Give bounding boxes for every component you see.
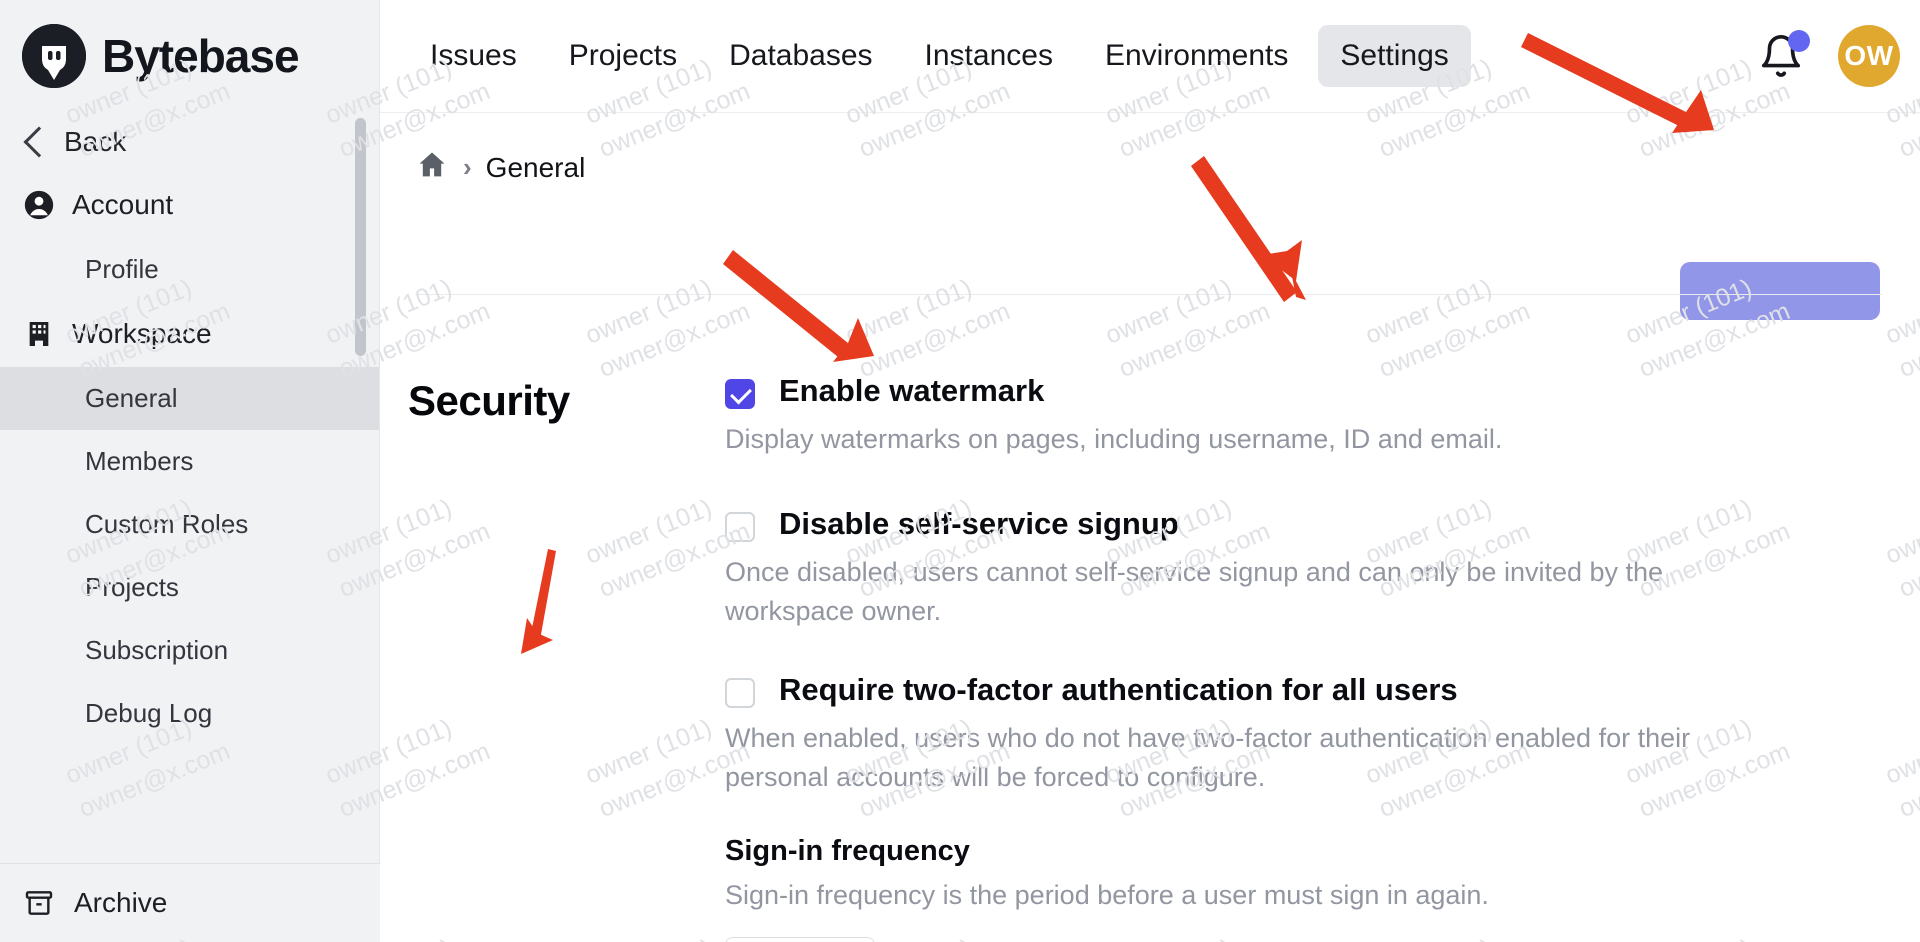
sidebar-group-label: Workspace	[72, 318, 212, 349]
option-description: When enabled, users who do not have two-…	[725, 722, 1691, 793]
sidebar-back-label: Back	[64, 126, 127, 157]
archive-box-icon	[22, 886, 56, 920]
home-icon[interactable]	[415, 148, 449, 187]
nav-links: Issues Projects Databases Instances Envi…	[408, 25, 1471, 87]
option-enable-watermark: Enable watermark Display watermarks on p…	[725, 370, 1850, 459]
sidebar: Bytebase Back Account Profile Workspace …	[0, 0, 380, 942]
checkbox-enable-watermark[interactable]	[725, 379, 755, 409]
notification-bell-button[interactable]	[1758, 30, 1810, 80]
bytebase-logo-icon	[22, 24, 86, 88]
breadcrumb: › General	[380, 112, 1920, 187]
sidebar-item-general[interactable]: General	[0, 367, 379, 430]
option-label: Disable self-service signup	[779, 505, 1179, 541]
sidebar-group-label: Account	[72, 189, 174, 220]
option-description: Once disabled, users cannot self-service…	[725, 556, 1664, 626]
checkbox-require-two-factor-auth[interactable]	[725, 678, 755, 709]
sidebar-group-workspace[interactable]: Workspace	[0, 301, 379, 367]
option-label: Require two-factor authentication for al…	[779, 672, 1458, 708]
user-circle-icon	[22, 188, 56, 222]
breadcrumb-separator: ›	[463, 152, 472, 182]
signin-frequency-input[interactable]	[725, 937, 875, 942]
signin-frequency-title: Sign-in frequency	[725, 835, 970, 868]
sidebar-back-button[interactable]: Back	[0, 112, 379, 172]
nav-link-environments[interactable]: Environments	[1083, 25, 1310, 87]
update-button[interactable]	[1680, 262, 1880, 320]
nav-link-settings[interactable]: Settings	[1318, 25, 1471, 87]
breadcrumb-current: General	[485, 151, 586, 183]
security-section: Security Enable watermark Display waterm…	[380, 322, 1920, 942]
option-description: Display watermarks on pages, including u…	[725, 423, 1503, 454]
nav-link-instances[interactable]: Instances	[903, 25, 1075, 87]
signin-frequency-field: Sign-in frequency Sign-in frequency is t…	[725, 835, 1850, 942]
nav-link-issues[interactable]: Issues	[408, 25, 539, 87]
sidebar-group-account[interactable]: Account	[0, 172, 379, 238]
user-avatar[interactable]: OW	[1838, 25, 1900, 87]
option-require-two-factor-auth: Require two-factor authentication for al…	[725, 669, 1850, 797]
section-title-security: Security	[408, 377, 570, 424]
option-label: Enable watermark	[779, 373, 1045, 408]
building-icon	[22, 317, 56, 351]
checkbox-disable-self-service-signup[interactable]	[725, 511, 755, 542]
nav-link-databases[interactable]: Databases	[707, 25, 894, 87]
section-divider	[415, 294, 1882, 295]
sidebar-item-subscription[interactable]: Subscription	[0, 619, 379, 682]
top-navigation-bar: Issues Projects Databases Instances Envi…	[380, 0, 1920, 112]
signin-frequency-description: Sign-in frequency is the period before a…	[725, 880, 1489, 911]
nav-link-projects[interactable]: Projects	[547, 25, 699, 87]
sidebar-archive-label: Archive	[74, 887, 168, 918]
brand-name: Bytebase	[102, 30, 300, 82]
sidebar-item-projects[interactable]: Projects	[0, 556, 379, 619]
header-divider	[380, 112, 1920, 113]
sidebar-item-profile[interactable]: Profile	[0, 238, 379, 301]
security-options: Enable watermark Display watermarks on p…	[725, 322, 1920, 942]
notification-badge-dot	[1788, 30, 1810, 52]
main-content: › General Security Enable watermark Disp…	[380, 112, 1920, 942]
sidebar-item-archive[interactable]: Archive	[0, 863, 380, 942]
sidebar-item-members[interactable]: Members	[0, 430, 379, 493]
sidebar-scrollbar-thumb[interactable]	[355, 118, 366, 356]
brand[interactable]: Bytebase	[0, 0, 379, 112]
app-root: Bytebase Back Account Profile Workspace …	[0, 0, 1920, 942]
nav-right-cluster: OW	[1758, 25, 1920, 87]
sidebar-scroll-area: Back Account Profile Workspace General M…	[0, 112, 379, 860]
sidebar-item-debug-log[interactable]: Debug Log	[0, 682, 379, 745]
chevron-left-icon	[23, 126, 55, 158]
sidebar-item-custom-roles[interactable]: Custom Roles	[0, 493, 379, 556]
option-disable-self-service-signup: Disable self-service signup Once disable…	[725, 503, 1850, 631]
